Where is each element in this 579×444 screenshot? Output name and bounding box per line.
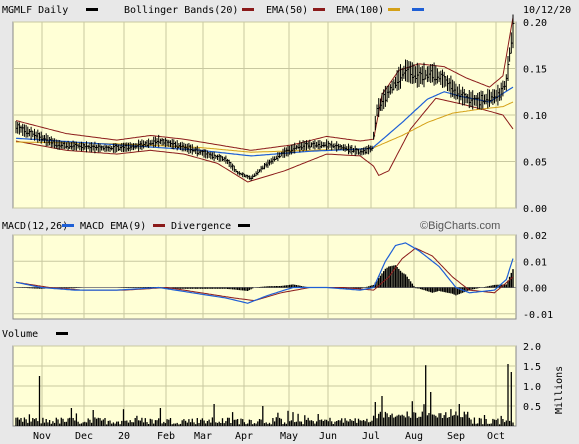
x-tick-label: Jun	[319, 431, 337, 442]
macd-panel: 0.02 0.01 0.00 -0.01 MACD(12,26) MACD EMA(9…	[2, 220, 553, 321]
x-tick-label: Dec	[75, 431, 93, 442]
legend-ema50: EMA(50)	[266, 5, 308, 16]
bollinger-swatch	[242, 8, 254, 11]
volume-axis-label: Millions	[554, 366, 565, 414]
y-tick-label: 0.15	[523, 65, 547, 76]
y-tick-label: 0.5	[523, 402, 541, 413]
ema100-swatch	[388, 8, 400, 11]
x-tick-label: May	[280, 431, 298, 442]
x-tick-label: Mar	[194, 431, 212, 442]
macd-swatch	[62, 224, 74, 227]
legend-divergence: Divergence	[171, 221, 231, 232]
y-tick-label: 0.01	[523, 257, 547, 268]
x-tick-label: Nov	[33, 431, 51, 442]
y-tick-label: 0.02	[523, 231, 547, 242]
watermark: ©BigCharts.com	[420, 220, 500, 232]
legend-ema100: EMA(100)	[336, 5, 384, 16]
y-tick-label: 2.0	[523, 342, 541, 353]
extra-legend-swatch	[412, 8, 424, 11]
macd-ema-swatch	[153, 224, 165, 227]
x-tick-label: 20	[118, 431, 130, 442]
y-tick-label: 0.00	[523, 284, 547, 295]
legend-macd: MACD(12,26)	[2, 221, 68, 232]
ema50-swatch	[313, 8, 325, 11]
y-tick-label: 0.10	[523, 111, 547, 122]
x-tick-label: Jul	[362, 431, 380, 442]
x-tick-label: Apr	[235, 431, 253, 442]
y-tick-label: 1.5	[523, 362, 541, 373]
ticker-label: MGMLF Daily	[2, 5, 68, 16]
y-tick-label: 0.05	[523, 158, 547, 169]
price-panel: 0.00 0.05 0.10 0.15 0.20 MGMLF Daily Bolling…	[2, 5, 571, 215]
x-tick-label: Sep	[447, 431, 465, 442]
x-tick-label: Feb	[157, 431, 175, 442]
legend-volume: Volume	[2, 329, 38, 340]
x-tick-label: Aug	[405, 431, 423, 442]
volume-swatch	[56, 332, 68, 335]
y-tick-label: 0.20	[523, 18, 547, 29]
y-tick-label: 0.00	[523, 204, 547, 215]
stock-chart: 0.00 0.05 0.10 0.15 0.20 MGMLF Daily Bolling…	[0, 0, 579, 444]
date-label: 10/12/20	[523, 5, 571, 16]
legend-bollinger: Bollinger Bands(20)	[124, 5, 238, 16]
macd-plot-area	[12, 234, 517, 320]
divergence-swatch	[238, 224, 250, 227]
y-tick-label: -0.01	[523, 310, 553, 321]
ticker-swatch	[86, 8, 98, 11]
legend-macd-ema: MACD EMA(9)	[80, 221, 146, 232]
y-tick-label: 1.0	[523, 382, 541, 393]
x-tick-label: Oct	[487, 431, 505, 442]
